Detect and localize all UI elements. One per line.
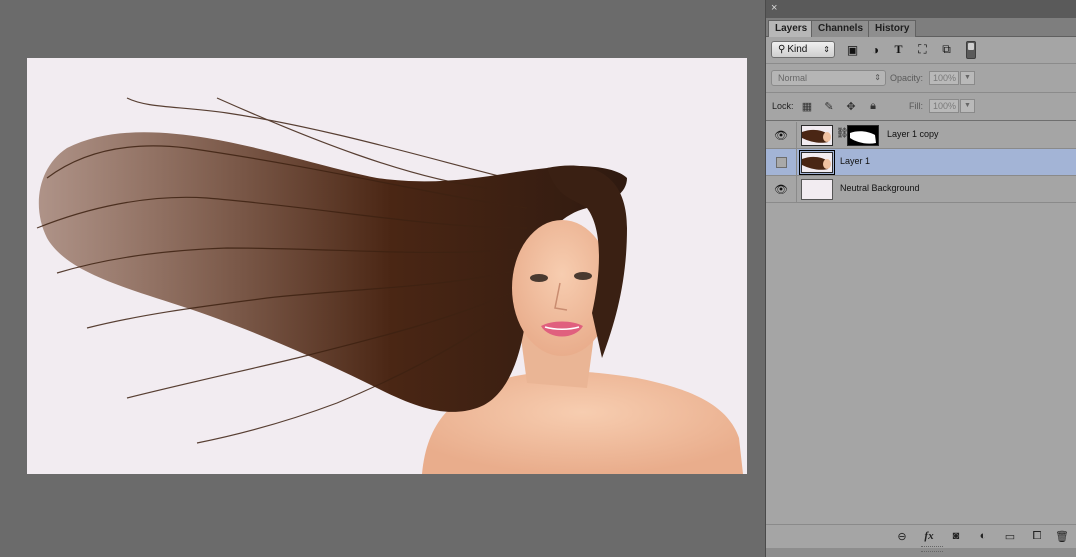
smart-object-filter-icon[interactable]: ⧉ [939, 42, 954, 57]
eye-icon: 👁︎ [774, 183, 788, 196]
panel-tabs: Layers Channels History [766, 18, 1076, 37]
hidden-visibility-box [775, 156, 787, 168]
panel-bottom-toolbar: ⊖ fx ◙ ◐ ▭ ⧠ 🗑︎ [766, 524, 1076, 547]
layer-name[interactable]: Layer 1 [840, 156, 870, 166]
document-canvas[interactable] [27, 58, 747, 474]
adjustment-filter-icon[interactable]: ◑ [868, 42, 883, 57]
lock-transparent-icon[interactable]: ▦ [800, 99, 814, 113]
filter-toggle-switch[interactable] [966, 41, 976, 59]
image-filter-icon[interactable]: ▣ [845, 42, 860, 57]
kind-filter-select[interactable]: ⚲ Kind ⇕ [771, 41, 835, 58]
eye-icon: 👁︎ [774, 129, 788, 142]
add-mask-icon[interactable]: ◙ [948, 529, 964, 543]
layer-row-layer-1[interactable]: Layer 1 [766, 149, 1076, 176]
visibility-toggle[interactable]: 👁︎ [766, 122, 797, 148]
type-filter-icon[interactable]: T [891, 42, 906, 57]
delete-layer-icon[interactable]: 🗑︎ [1054, 529, 1070, 543]
fill-field[interactable]: 100% [929, 99, 959, 113]
shape-filter-icon[interactable]: ⛶ [915, 42, 930, 57]
kind-filter-label: Kind [787, 44, 808, 55]
photo-woman-flowing-hair [36, 97, 743, 474]
select-arrows-icon: ⇕ [874, 73, 881, 82]
layer-name[interactable]: Layer 1 copy [887, 129, 939, 139]
adjustment-layer-icon[interactable]: ◐ [975, 529, 991, 543]
tab-channels[interactable]: Channels [811, 20, 871, 37]
new-layer-icon[interactable]: ⧠ [1029, 529, 1045, 543]
fill-label: Fill: [909, 101, 923, 111]
visibility-toggle[interactable] [766, 149, 797, 175]
opacity-dropdown-icon[interactable]: ▼ [960, 71, 975, 85]
lock-position-icon[interactable]: ✥ [844, 99, 858, 113]
close-icon[interactable]: × [771, 2, 777, 14]
lock-all-icon[interactable]: 🔒︎ [866, 99, 880, 113]
search-icon: ⚲ [778, 44, 786, 55]
panel-title-bar: × [766, 0, 1076, 18]
visibility-toggle[interactable]: 👁︎ [766, 176, 797, 202]
blend-mode-value: Normal [778, 73, 808, 83]
layer-thumbnail[interactable] [799, 150, 835, 175]
resize-grip[interactable] [921, 546, 943, 552]
opacity-field[interactable]: 100% [929, 71, 959, 85]
layer-thumbnail[interactable] [801, 179, 833, 200]
link-layers-icon[interactable]: ⊖ [894, 529, 910, 543]
select-arrows-icon: ⇕ [823, 45, 830, 54]
tab-layers[interactable]: Layers [768, 20, 815, 37]
blend-row: Normal ⇕ Opacity: 100% ▼ [766, 65, 1076, 93]
layer-name[interactable]: Neutral Background [840, 183, 920, 193]
layer-row-neutral-background[interactable]: 👁︎ Neutral Background [766, 176, 1076, 203]
lock-pixels-icon[interactable]: ✎ [822, 99, 836, 113]
blend-mode-select[interactable]: Normal ⇕ [771, 70, 886, 86]
layer-mask-thumbnail[interactable] [847, 125, 879, 146]
layers-panel: × Layers Channels History ⚲ Kind ⇕ ▣ ◑ T … [765, 0, 1076, 557]
layer-row-layer-1-copy[interactable]: 👁︎ ⛓︎ Layer 1 copy [766, 122, 1076, 149]
tab-history[interactable]: History [868, 20, 917, 37]
layer-thumbnail[interactable] [801, 125, 833, 146]
lock-label: Lock: [772, 101, 794, 111]
filter-row: ⚲ Kind ⇕ ▣ ◑ T ⛶ ⧉ [766, 37, 1076, 64]
lock-row: Lock: ▦ ✎ ✥ 🔒︎ Fill: 100% ▼ [766, 93, 1076, 121]
new-group-icon[interactable]: ▭ [1002, 529, 1018, 543]
fx-icon[interactable]: fx [921, 529, 937, 543]
opacity-label: Opacity: [890, 73, 924, 83]
fill-dropdown-icon[interactable]: ▼ [960, 99, 975, 113]
